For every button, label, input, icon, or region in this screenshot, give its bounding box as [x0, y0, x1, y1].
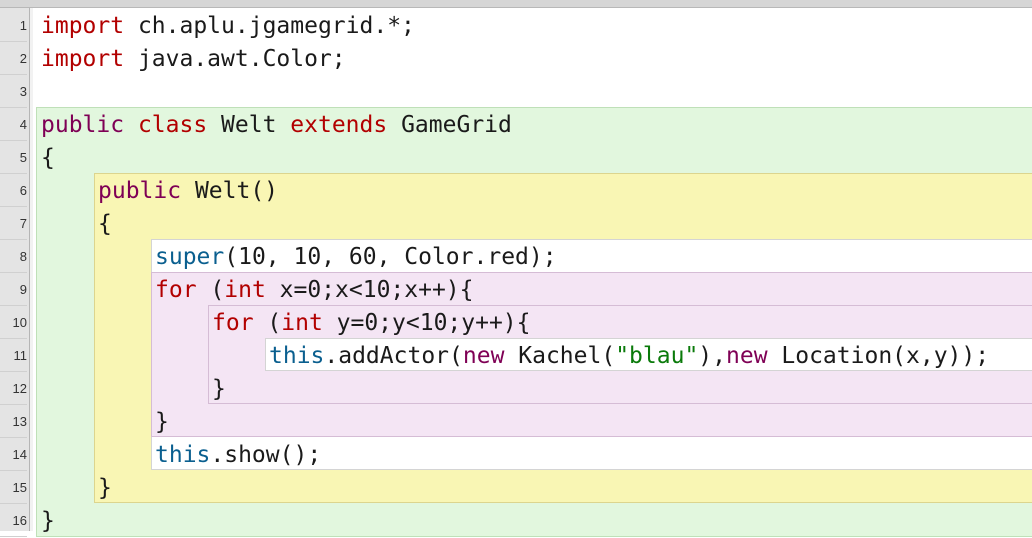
keyword: import [41, 13, 125, 39]
line-number: 7 [0, 207, 27, 240]
code-text: .show(); [210, 442, 322, 468]
code-text: Kachel( [504, 343, 616, 369]
code-line[interactable]: } [41, 504, 55, 537]
code-line[interactable]: } [212, 372, 226, 405]
line-number: 11 [0, 339, 27, 372]
line-number: 9 [0, 273, 27, 306]
code-line[interactable]: } [98, 471, 112, 504]
code-text: x=0;x<10;x++){ [265, 277, 474, 303]
line-number: 14 [0, 438, 27, 471]
code-text: ), [698, 343, 726, 369]
code-line[interactable]: public class Welt extends GameGrid [41, 108, 512, 141]
line-number: 12 [0, 372, 27, 405]
line-number: 4 [0, 108, 27, 141]
line-number-gutter: 1 2 3 4 5 6 7 8 9 10 11 12 13 14 15 16 [0, 8, 30, 537]
code-line[interactable]: import java.awt.Color; [41, 42, 346, 75]
keyword: int [224, 277, 266, 303]
code-text: ( [253, 310, 282, 336]
code-line[interactable]: this.show(); [155, 438, 321, 471]
code-text: } [212, 376, 226, 402]
code-text: } [41, 508, 55, 534]
line-number: 3 [0, 75, 27, 108]
keyword: super [155, 244, 225, 270]
code-line[interactable]: for (int x=0;x<10;x++){ [155, 273, 474, 306]
code-line[interactable]: for (int y=0;y<10;y++){ [212, 306, 531, 339]
keyword: new [726, 343, 768, 369]
keyword: int [281, 310, 323, 336]
code-line[interactable]: { [41, 141, 55, 174]
code-text: Welt [207, 112, 291, 138]
editor-top-border [0, 0, 1032, 8]
code-line[interactable]: { [98, 207, 112, 240]
code-text: ( [196, 277, 225, 303]
code-text: (10, 10, 60, Color.red); [224, 244, 557, 270]
code-text: .addActor( [324, 343, 463, 369]
keyword: for [155, 277, 197, 303]
code-text: java.awt.Color; [124, 46, 346, 72]
line-number: 6 [0, 174, 27, 207]
code-text: } [98, 475, 112, 501]
keyword: public [98, 178, 182, 204]
code-line[interactable]: super(10, 10, 60, Color.red); [155, 240, 557, 273]
keyword: for [212, 310, 254, 336]
keyword: new [462, 343, 505, 369]
code-text: Welt() [181, 178, 279, 204]
gutter-edge [30, 8, 33, 531]
line-number: 1 [0, 9, 27, 42]
line-number: 8 [0, 240, 27, 273]
line-number: 10 [0, 306, 27, 339]
keyword: public [41, 112, 125, 138]
string-literal: "blau" [615, 343, 699, 369]
line-number: 5 [0, 141, 27, 174]
keyword: extends [290, 112, 388, 138]
keyword: this [155, 442, 211, 468]
keyword: class [137, 112, 208, 138]
code-text: { [98, 211, 112, 237]
line-number: 2 [0, 42, 27, 75]
keyword: this [269, 343, 325, 369]
code-line[interactable]: this.addActor(new Kachel("blau"),new Loc… [269, 339, 989, 372]
code-line[interactable]: } [155, 405, 169, 438]
code-text: } [155, 409, 169, 435]
code-text: GameGrid [387, 112, 512, 138]
line-number: 16 [0, 504, 27, 537]
code-text: { [41, 145, 55, 171]
code-text: Location(x,y)); [767, 343, 990, 369]
code-text: ch.aplu.jgamegrid.*; [124, 13, 415, 39]
keyword: import [41, 46, 125, 72]
code-text: y=0;y<10;y++){ [322, 310, 531, 336]
code-line[interactable]: public Welt() [98, 174, 278, 207]
line-number: 15 [0, 471, 27, 504]
code-line[interactable]: import ch.aplu.jgamegrid.*; [41, 9, 415, 42]
line-number: 13 [0, 405, 27, 438]
